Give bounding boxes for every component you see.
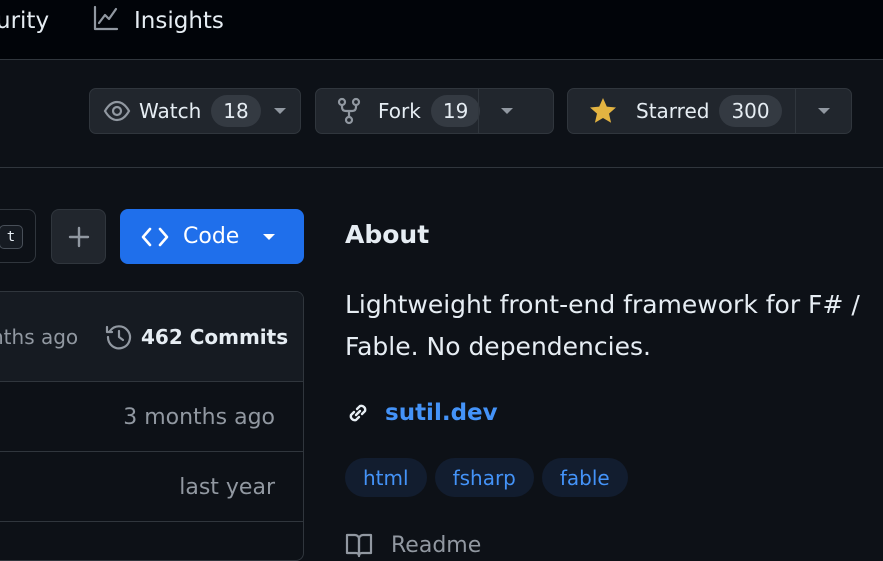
fork-button[interactable]: Fork 19	[316, 89, 481, 133]
readme-label: Readme	[391, 532, 482, 558]
commits-count-label: 462 Commits	[141, 325, 289, 349]
fork-caret-button[interactable]	[479, 89, 535, 133]
go-to-file-button[interactable]: t	[0, 209, 36, 263]
header-divider	[0, 167, 883, 168]
watch-count: 18	[211, 95, 261, 127]
caret-down-icon	[817, 106, 831, 116]
add-file-button[interactable]	[51, 209, 106, 264]
watch-label: Watch	[139, 99, 202, 123]
tab-insights-label: Insights	[134, 8, 224, 34]
caret-down-icon	[273, 106, 287, 116]
topic-tag[interactable]: html	[345, 458, 427, 497]
caret-down-icon	[500, 106, 514, 116]
about-heading: About	[345, 220, 430, 249]
star-icon	[588, 97, 618, 125]
book-icon	[345, 532, 373, 558]
table-row[interactable]: last year	[0, 452, 303, 522]
chart-icon	[92, 4, 120, 38]
watch-caret-button[interactable]	[261, 89, 299, 133]
star-caret-button[interactable]	[796, 89, 851, 133]
repo-top-nav: urity Insights	[0, 0, 883, 60]
tab-security-label: urity	[0, 8, 50, 34]
code-button[interactable]: Code	[120, 209, 304, 264]
file-list: nths ago 462 Commits 3 months ago last y…	[0, 291, 304, 561]
commits-link[interactable]: 462 Commits	[105, 292, 288, 382]
fork-icon	[336, 97, 362, 125]
topic-tag[interactable]: fable	[541, 458, 628, 497]
homepage-link[interactable]: sutil.dev	[345, 394, 498, 432]
tab-insights[interactable]: Insights	[92, 0, 224, 42]
link-icon	[345, 400, 371, 426]
star-count: 300	[719, 95, 782, 127]
fork-label: Fork	[378, 99, 421, 123]
readme-link[interactable]: Readme	[345, 532, 481, 558]
tab-security[interactable]: urity	[0, 0, 49, 42]
starred-label: Starred	[636, 99, 710, 123]
watch-button-group: Watch 18	[89, 88, 301, 134]
starred-button[interactable]: Starred 300	[568, 89, 795, 133]
code-label: Code	[183, 224, 240, 249]
plus-icon	[68, 226, 90, 248]
star-button-group: Starred 300	[567, 88, 852, 134]
history-icon	[105, 323, 133, 351]
eye-icon	[103, 97, 131, 125]
table-row[interactable]: 3 months ago	[0, 382, 303, 452]
latest-commit-time: nths ago	[0, 325, 79, 349]
row-updated-time: last year	[179, 474, 275, 500]
topic-list: html fsharp fable	[345, 458, 628, 497]
latest-commit-bar: nths ago 462 Commits	[0, 292, 303, 382]
fork-button-group: Fork 19	[315, 88, 554, 134]
caret-down-icon	[262, 232, 276, 242]
watch-button[interactable]: Watch 18	[90, 89, 261, 133]
topic-tag[interactable]: fsharp	[434, 458, 534, 497]
code-icon	[141, 226, 169, 248]
fork-count: 19	[430, 95, 481, 127]
about-description: Lightweight front-end framework for F# /…	[345, 290, 860, 361]
row-updated-time: 3 months ago	[123, 404, 275, 430]
homepage-url[interactable]: sutil.dev	[385, 400, 498, 426]
keyboard-shortcut-hint: t	[0, 225, 23, 249]
